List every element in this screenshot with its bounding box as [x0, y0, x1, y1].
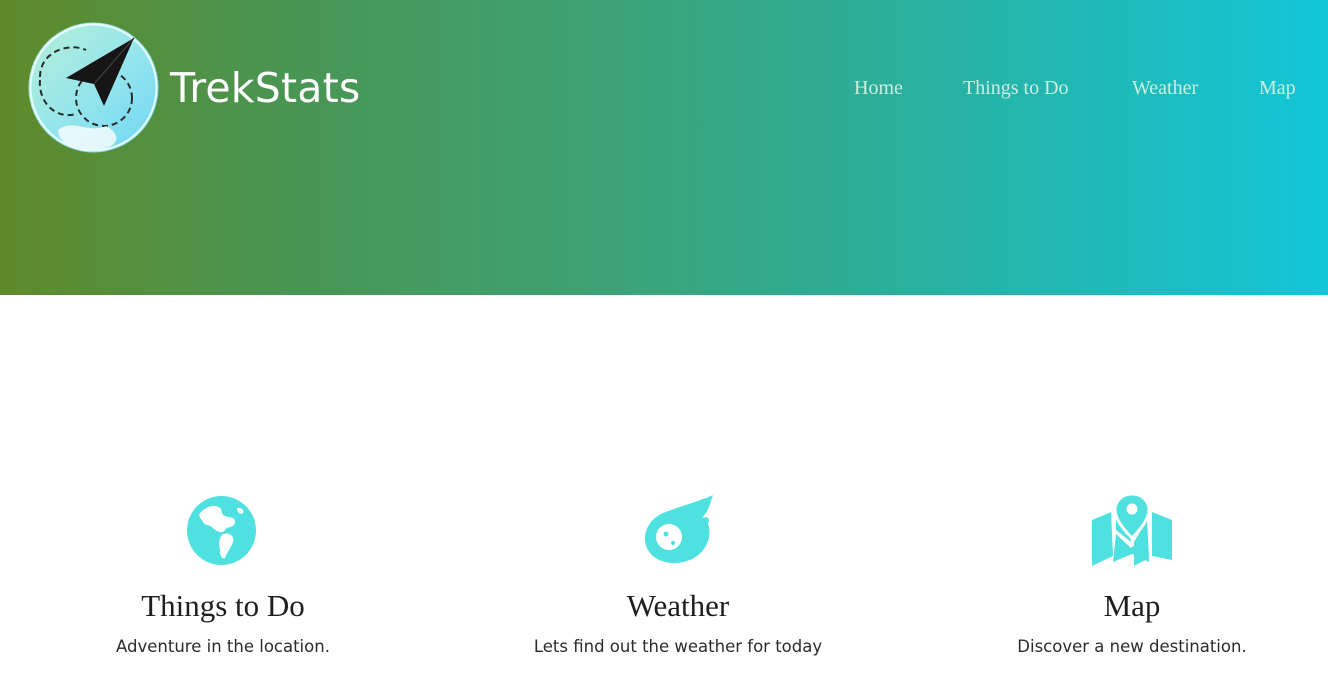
- globe-icon: [187, 496, 256, 565]
- nav-home[interactable]: Home: [854, 76, 903, 100]
- main-nav: Home Things to Do Weather Map: [0, 76, 1328, 100]
- feature-title: Map: [1103, 588, 1161, 623]
- feature-things-to-do[interactable]: Things to Do Adventure in the location.: [43, 494, 403, 658]
- map-pin-icon: [1092, 494, 1172, 566]
- feature-weather[interactable]: Weather Lets find out the weather for to…: [498, 494, 858, 658]
- feature-title: Things to Do: [141, 588, 305, 623]
- meteor-icon: [644, 495, 713, 564]
- hero-header: TrekStats Home Things to Do Weather Map: [0, 0, 1328, 295]
- feature-title: Weather: [626, 588, 730, 623]
- feature-description: Discover a new destination.: [1017, 637, 1247, 656]
- feature-description: Adventure in the location.: [116, 637, 330, 656]
- feature-map[interactable]: Map Discover a new destination.: [952, 494, 1312, 658]
- nav-weather[interactable]: Weather: [1132, 76, 1198, 100]
- feature-description: Lets find out the weather for today: [533, 637, 823, 656]
- nav-things-to-do[interactable]: Things to Do: [963, 76, 1069, 100]
- nav-map[interactable]: Map: [1259, 76, 1296, 100]
